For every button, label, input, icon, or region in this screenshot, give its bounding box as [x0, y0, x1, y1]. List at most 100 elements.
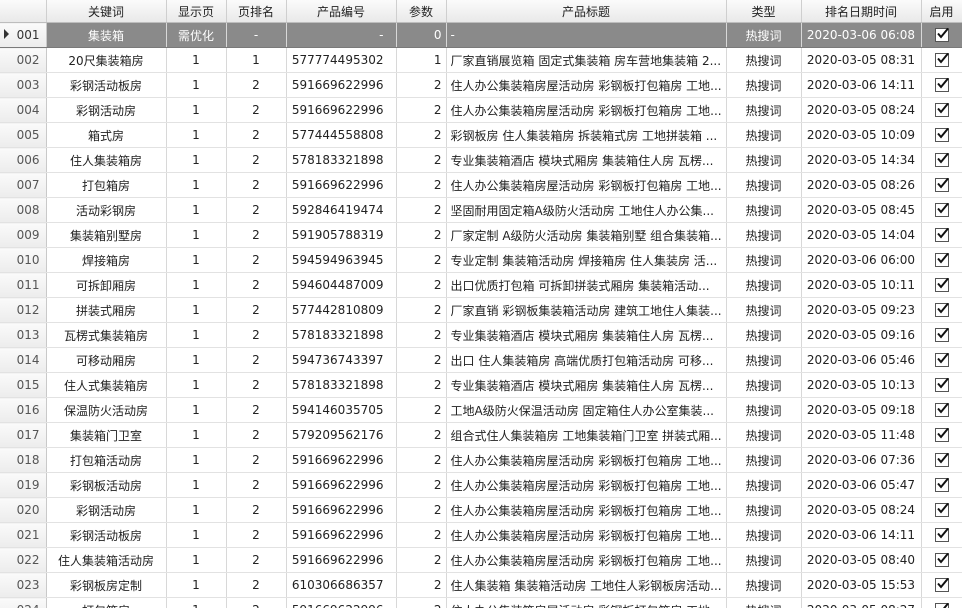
row-number[interactable]: 016	[0, 397, 47, 423]
cell-product-title[interactable]: 专业集装箱酒店 模块式厢房 集装箱住人房 瓦楞...	[446, 147, 727, 173]
cell-rank-datetime[interactable]: 2020-03-05 09:16	[801, 322, 922, 348]
col-header-rank-datetime[interactable]: 排名日期时间	[801, 0, 922, 23]
table-row[interactable]: 004 彩钢活动房 1 2 591669622996 2 住人办公集装箱房屋活动房 彩钢板打…	[0, 97, 962, 123]
cell-product-id[interactable]: -	[286, 22, 397, 48]
table-row[interactable]: 011 可拆卸厢房 1 2 594604487009 2 出口优质打包箱 可拆卸拼装式厢房 …	[0, 272, 962, 298]
cell-product-title[interactable]: 专业定制 集装箱活动房 焊接箱房 住人集装房 活...	[446, 247, 727, 273]
cell-display-page[interactable]: 1	[166, 597, 227, 608]
row-number[interactable]: 008	[0, 197, 47, 223]
cell-page-rank[interactable]: 2	[226, 197, 287, 223]
cell-enabled[interactable]	[921, 597, 962, 608]
row-number[interactable]: 013	[0, 322, 47, 348]
cell-display-page[interactable]: 1	[166, 522, 227, 548]
cell-keyword[interactable]: 彩钢活动板房	[46, 522, 167, 548]
cell-enabled[interactable]	[921, 422, 962, 448]
cell-param[interactable]: 2	[396, 247, 447, 273]
row-number[interactable]: 009	[0, 222, 47, 248]
cell-keyword[interactable]: 彩钢活动板房	[46, 72, 167, 98]
cell-page-rank[interactable]: 2	[226, 497, 287, 523]
cell-product-id[interactable]: 577442810809	[286, 297, 397, 323]
cell-param[interactable]: 2	[396, 472, 447, 498]
table-row[interactable]: 021 彩钢活动板房 1 2 591669622996 2 住人办公集装箱房屋活动房 彩钢板…	[0, 522, 962, 548]
cell-product-id[interactable]: 592846419474	[286, 197, 397, 223]
col-header-enabled[interactable]: 启用	[921, 0, 962, 23]
cell-keyword[interactable]: 打包箱房	[46, 172, 167, 198]
cell-enabled[interactable]	[921, 297, 962, 323]
enabled-checkbox[interactable]	[934, 353, 949, 368]
table-row[interactable]: 014 可移动厢房 1 2 594736743397 2 出口 住人集装箱房 高端优质打包箱…	[0, 347, 962, 373]
cell-product-id[interactable]: 594604487009	[286, 272, 397, 298]
enabled-checkbox[interactable]	[934, 528, 949, 543]
col-header-product-title[interactable]: 产品标题	[446, 0, 727, 23]
cell-product-id[interactable]: 591669622996	[286, 547, 397, 573]
cell-keyword[interactable]: 彩钢活动房	[46, 97, 167, 123]
cell-display-page[interactable]: 1	[166, 372, 227, 398]
enabled-checkbox[interactable]	[934, 278, 949, 293]
cell-type[interactable]: 热搜词	[726, 447, 802, 473]
cell-enabled[interactable]	[921, 147, 962, 173]
cell-param[interactable]: 2	[396, 97, 447, 123]
cell-page-rank[interactable]: 2	[226, 397, 287, 423]
cell-param[interactable]: 2	[396, 522, 447, 548]
row-number[interactable]: 005	[0, 122, 47, 148]
cell-enabled[interactable]	[921, 222, 962, 248]
cell-type[interactable]: 热搜词	[726, 72, 802, 98]
table-row[interactable]: 024打包箱房125916696229962住人办公集装箱房屋活动房 彩钢板打包…	[0, 597, 962, 608]
cell-keyword[interactable]: 彩钢板活动房	[46, 472, 167, 498]
cell-param[interactable]: 2	[396, 397, 447, 423]
cell-keyword[interactable]: 箱式房	[46, 122, 167, 148]
cell-param[interactable]: 2	[396, 347, 447, 373]
cell-keyword[interactable]: 拼装式厢房	[46, 297, 167, 323]
cell-page-rank[interactable]: 2	[226, 247, 287, 273]
cell-keyword[interactable]: 可拆卸厢房	[46, 272, 167, 298]
cell-product-title[interactable]: 住人办公集装箱房屋活动房 彩钢板打包箱房 工地...	[446, 522, 727, 548]
cell-keyword[interactable]: 集装箱别墅房	[46, 222, 167, 248]
cell-rank-datetime[interactable]: 2020-03-06 14:11	[801, 72, 922, 98]
cell-type[interactable]: 热搜词	[726, 222, 802, 248]
cell-display-page[interactable]: 1	[166, 347, 227, 373]
cell-rank-datetime[interactable]: 2020-03-05 10:13	[801, 372, 922, 398]
cell-product-title[interactable]: 住人办公集装箱房屋活动房 彩钢板打包箱房 工地...	[446, 97, 727, 123]
table-row[interactable]: 019 彩钢板活动房 1 2 591669622996 2 住人办公集装箱房屋活动房 彩钢板…	[0, 472, 962, 498]
cell-display-page[interactable]: 需优化	[166, 22, 227, 48]
cell-enabled[interactable]	[921, 547, 962, 573]
cell-enabled[interactable]	[921, 447, 962, 473]
cell-keyword[interactable]: 彩钢活动房	[46, 497, 167, 523]
cell-product-title[interactable]: 厂家定制 A级防火活动房 集装箱别墅 组合集装箱...	[446, 222, 727, 248]
cell-enabled[interactable]	[921, 322, 962, 348]
cell-param[interactable]: 2	[396, 222, 447, 248]
cell-product-title[interactable]: 工地A级防火保温活动房 固定箱住人办公室集装...	[446, 397, 727, 423]
enabled-checkbox[interactable]	[934, 153, 949, 168]
cell-rank-datetime[interactable]: 2020-03-05 08:24	[801, 97, 922, 123]
cell-page-rank[interactable]: 2	[226, 97, 287, 123]
cell-enabled[interactable]	[921, 172, 962, 198]
cell-type[interactable]: 热搜词	[726, 47, 802, 73]
cell-type[interactable]: 热搜词	[726, 147, 802, 173]
cell-rank-datetime[interactable]: 2020-03-05 14:04	[801, 222, 922, 248]
row-number[interactable]: 014	[0, 347, 47, 373]
cell-param[interactable]: 2	[396, 597, 447, 608]
enabled-checkbox[interactable]	[934, 453, 949, 468]
enabled-checkbox[interactable]	[934, 228, 949, 243]
cell-page-rank[interactable]: 2	[226, 547, 287, 573]
cell-product-title[interactable]: 出口优质打包箱 可拆卸拼装式厢房 集装箱活动...	[446, 272, 727, 298]
cell-product-id[interactable]: 591669622996	[286, 447, 397, 473]
cell-display-page[interactable]: 1	[166, 72, 227, 98]
table-row[interactable]: 001 集装箱 需优化 - -0- 热搜词 2020-03-06 06:08	[0, 22, 962, 48]
table-row[interactable]: 023 彩钢板房定制 1 2 610306686357 2 住人集装箱 集装箱活动房 工地住…	[0, 572, 962, 598]
cell-display-page[interactable]: 1	[166, 397, 227, 423]
table-row[interactable]: 016 保温防火活动房 1 2 594146035705 2 工地A级防火保温活动房 固定箱…	[0, 397, 962, 423]
cell-rank-datetime[interactable]: 2020-03-06 14:11	[801, 522, 922, 548]
cell-keyword[interactable]: 瓦楞式集装箱房	[46, 322, 167, 348]
cell-display-page[interactable]: 1	[166, 122, 227, 148]
cell-product-title[interactable]: 住人办公集装箱房屋活动房 彩钢板打包箱房 工地...	[446, 472, 727, 498]
cell-enabled[interactable]	[921, 372, 962, 398]
cell-rank-datetime[interactable]: 2020-03-05 08:31	[801, 47, 922, 73]
table-row[interactable]: 010 焊接箱房 1 2 594594963945 2 专业定制 集装箱活动房 焊接箱房 住…	[0, 247, 962, 273]
cell-product-title[interactable]: 出口 住人集装箱房 高端优质打包箱活动房 可移...	[446, 347, 727, 373]
cell-enabled[interactable]	[921, 72, 962, 98]
cell-product-id[interactable]: 591669622996	[286, 72, 397, 98]
enabled-checkbox[interactable]	[934, 303, 949, 318]
table-row[interactable]: 002 20尺集装箱房 1 1 577774495302 1 厂家直销展览箱 固定式集装箱 …	[0, 47, 962, 73]
table-row[interactable]: 005 箱式房 1 2 577444558808 2 彩钢板房 住人集装箱房 拆装箱式房 工…	[0, 122, 962, 148]
